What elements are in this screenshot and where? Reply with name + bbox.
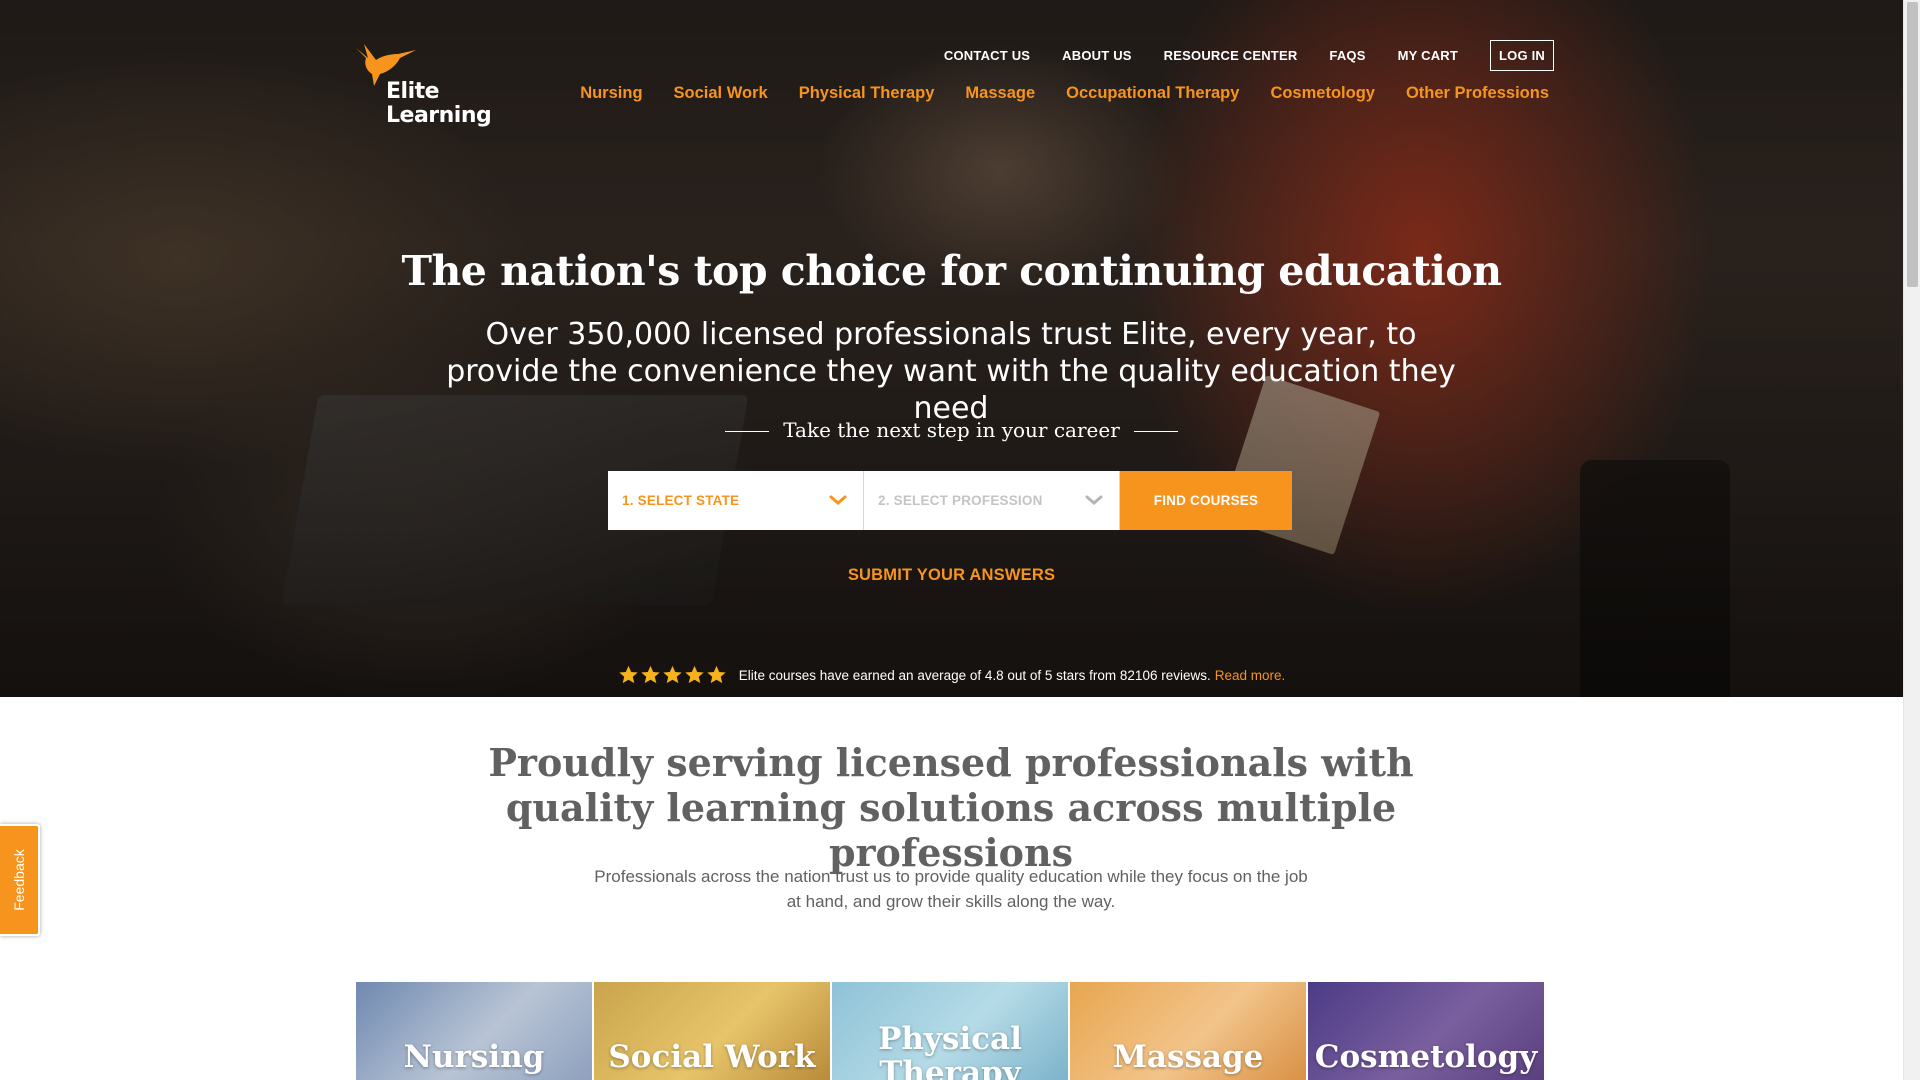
tile-label: Cosmetology	[1314, 1039, 1538, 1075]
select-state-dropdown[interactable]: 1. SELECT STATE	[608, 471, 864, 530]
utility-nav: CONTACT US ABOUT US RESOURCE CENTER FAQS…	[912, 40, 1554, 71]
reviews-bar: Elite courses have earned an average of …	[0, 665, 1903, 685]
profession-tiles: Nursing Social Work Physical Therapy Mas…	[356, 982, 1546, 1080]
hero-subtitle: Over 350,000 licensed professionals trus…	[446, 317, 1456, 426]
profession-nav: Nursing Social Work Physical Therapy Mas…	[549, 84, 1549, 103]
star-icon	[706, 665, 726, 684]
logo-line-learning: Learning	[386, 103, 492, 128]
select-profession-dropdown[interactable]: 2. SELECT PROFESSION	[864, 471, 1120, 530]
serving-heading: Proudly serving licensed professionals w…	[488, 740, 1414, 875]
tile-label: Massage	[1112, 1039, 1264, 1075]
tagline-text: Take the next step in your career	[783, 418, 1120, 442]
reviews-text: Elite courses have earned an average of …	[738, 667, 1211, 683]
my-cart-link[interactable]: MY CART	[1398, 48, 1458, 63]
log-in-button[interactable]: LOG IN	[1490, 40, 1554, 71]
find-courses-button[interactable]: FIND COURSES	[1120, 471, 1292, 530]
star-icon	[684, 665, 704, 684]
serving-description: Professionals across the nation trust us…	[594, 867, 1308, 911]
elite-learning-logo[interactable]: Elite Learning	[354, 40, 492, 135]
nav-social-work[interactable]: Social Work	[674, 84, 768, 103]
page-scrollbar[interactable]	[1903, 0, 1920, 1080]
chevron-down-icon	[1085, 495, 1103, 505]
rating-stars	[618, 665, 728, 685]
tagline-divider-right	[1133, 431, 1178, 432]
tagline-divider-left	[725, 431, 770, 432]
nav-occupational-therapy[interactable]: Occupational Therapy	[1066, 84, 1239, 103]
tile-cosmetology[interactable]: Cosmetology	[1308, 982, 1544, 1080]
chevron-down-icon	[829, 495, 847, 505]
tile-label: Physical Therapy	[878, 1021, 1022, 1080]
select-profession-label: 2. SELECT PROFESSION	[878, 493, 1043, 508]
nav-physical-therapy[interactable]: Physical Therapy	[799, 84, 935, 103]
contact-us-link[interactable]: CONTACT US	[944, 48, 1030, 63]
logo-text: Elite Learning	[386, 79, 492, 128]
tile-social-work[interactable]: Social Work	[594, 982, 830, 1080]
hero-title: The nation's top choice for continuing e…	[401, 247, 1502, 295]
feedback-label: Feedback	[11, 849, 27, 911]
course-finder: 1. SELECT STATE 2. SELECT PROFESSION FIN…	[608, 471, 1292, 530]
read-more-link[interactable]: Read more.	[1215, 668, 1286, 683]
star-icon	[662, 665, 682, 684]
tile-nursing[interactable]: Nursing	[356, 982, 592, 1080]
feedback-tab[interactable]: Feedback	[0, 824, 40, 936]
nav-massage[interactable]: Massage	[965, 84, 1035, 103]
faqs-link[interactable]: FAQS	[1329, 48, 1365, 63]
star-icon	[618, 665, 638, 684]
tile-label: Nursing	[403, 1039, 545, 1075]
about-us-link[interactable]: ABOUT US	[1062, 48, 1132, 63]
logo-line-elite: Elite	[386, 79, 440, 104]
tile-massage[interactable]: Massage	[1070, 982, 1306, 1080]
nav-other-professions[interactable]: Other Professions	[1406, 84, 1549, 103]
nav-nursing[interactable]: Nursing	[580, 84, 642, 103]
select-state-label: 1. SELECT STATE	[622, 493, 740, 508]
hero-tagline: Take the next step in your career	[0, 418, 1903, 442]
scrollbar-thumb[interactable]	[1907, 2, 1918, 287]
nav-cosmetology[interactable]: Cosmetology	[1270, 84, 1375, 103]
star-icon	[640, 665, 660, 684]
resource-center-link[interactable]: RESOURCE CENTER	[1164, 48, 1298, 63]
tile-label: Social Work	[608, 1039, 816, 1075]
submit-answers-link[interactable]: SUBMIT YOUR ANSWERS	[0, 566, 1903, 585]
tile-physical-therapy[interactable]: Physical Therapy	[832, 982, 1068, 1080]
